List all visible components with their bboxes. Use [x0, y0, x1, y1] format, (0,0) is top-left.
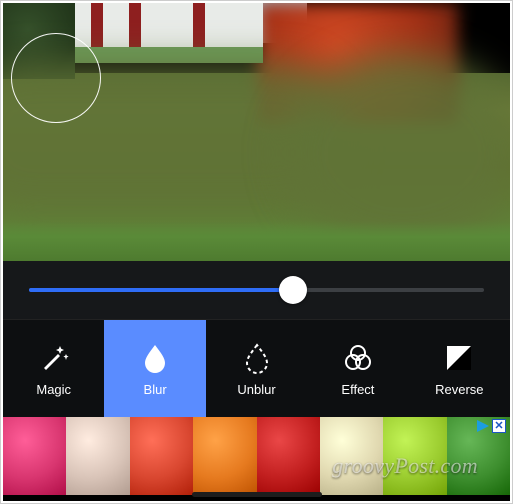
adchoices-icon[interactable]	[476, 419, 490, 433]
slider-fill	[29, 288, 293, 292]
magic-icon	[36, 340, 72, 376]
tool-label: Reverse	[435, 382, 483, 397]
grass-region	[3, 221, 510, 261]
reverse-icon	[441, 340, 477, 376]
tool-label: Magic	[36, 382, 71, 397]
brush-size-bar	[3, 261, 510, 319]
ad-close-button[interactable]: ✕	[492, 419, 506, 433]
photo-preview[interactable]	[3, 3, 510, 261]
home-indicator[interactable]	[192, 492, 322, 497]
ad-controls: ✕	[476, 419, 506, 433]
ad-banner[interactable]: ✕	[3, 417, 510, 495]
tool-magic[interactable]: Magic	[3, 320, 104, 417]
unblur-icon	[239, 340, 275, 376]
tool-unblur[interactable]: Unblur	[206, 320, 307, 417]
tool-blur[interactable]: Blur	[104, 320, 205, 417]
blur-icon	[137, 340, 173, 376]
ad-swatch	[130, 417, 193, 495]
ad-swatch	[3, 417, 66, 495]
tool-effect[interactable]: Effect	[307, 320, 408, 417]
ad-swatch	[257, 417, 320, 495]
ad-swatch	[193, 417, 256, 495]
ad-swatch	[320, 417, 383, 495]
house-region	[73, 3, 263, 63]
tool-toolbar: Magic Blur Unblur Effect Reverse	[3, 319, 510, 417]
slider-thumb[interactable]	[279, 276, 307, 304]
tool-reverse[interactable]: Reverse	[409, 320, 510, 417]
brush-size-slider[interactable]	[29, 288, 484, 292]
tool-label: Unblur	[237, 382, 275, 397]
tool-label: Blur	[144, 382, 167, 397]
brush-cursor[interactable]	[11, 33, 101, 123]
tool-label: Effect	[341, 382, 374, 397]
ad-swatch	[383, 417, 446, 495]
ad-swatch	[66, 417, 129, 495]
effect-icon	[340, 340, 376, 376]
